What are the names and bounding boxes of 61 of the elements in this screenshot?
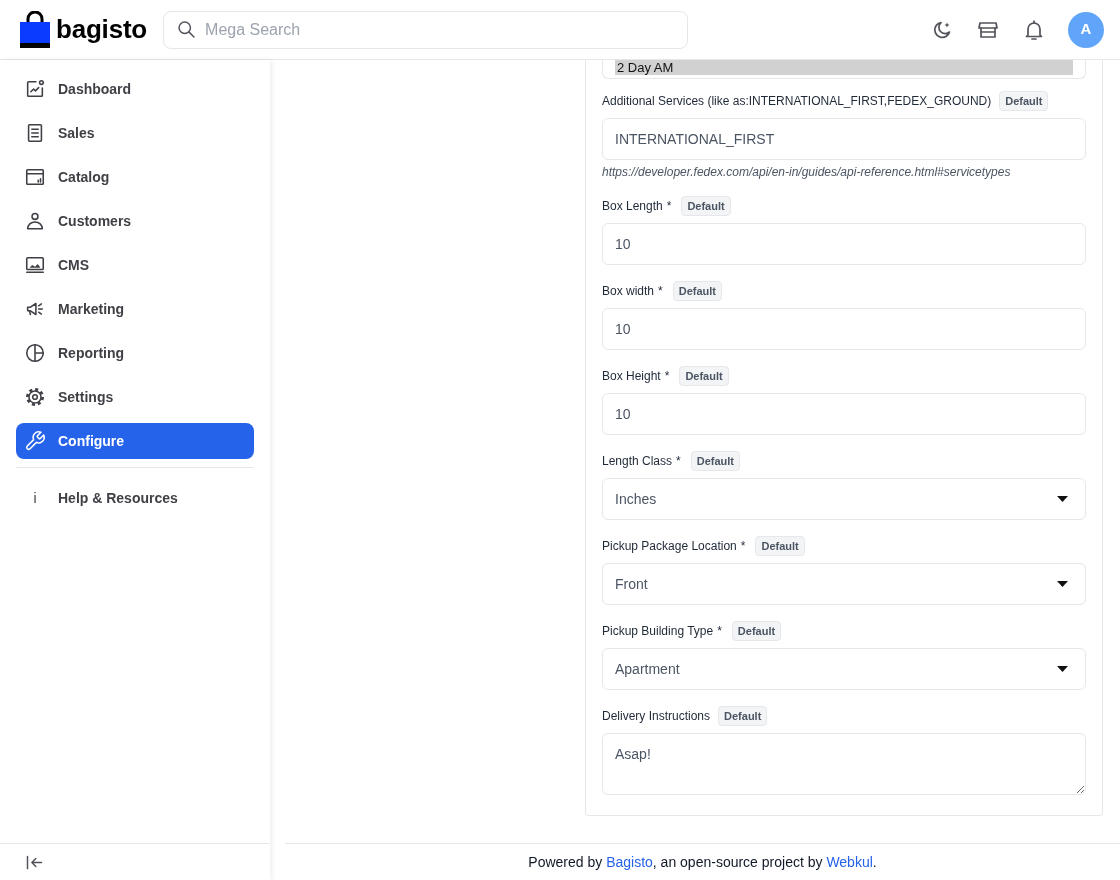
required-mark: * [666, 198, 672, 215]
field-label: Pickup Package Location [602, 538, 737, 555]
search-field[interactable]: Mega Search [163, 10, 689, 49]
input-field[interactable]: INTERNATIONAL_FIRST [602, 118, 1086, 160]
sidebar-item[interactable]: Catalog [16, 159, 254, 195]
sidebar-item[interactable]: i Help & Resources [16, 480, 254, 516]
required-mark: * [740, 538, 746, 555]
multi-select-field[interactable]: 2 Day AM [602, 60, 1086, 79]
default-badge: Default [690, 451, 740, 471]
default-badge: Default [672, 281, 722, 301]
footer-link[interactable]: Bagisto [606, 853, 653, 870]
logo-text[interactable]: bagisto [56, 10, 148, 49]
sidebar-item[interactable]: Dashboard [16, 71, 254, 107]
input-field[interactable]: 10 [602, 393, 1086, 435]
footer-text: Powered by Bagisto, an open-source project by Webkul. [528, 852, 877, 872]
required-mark: * [658, 283, 663, 300]
sidebar-item[interactable]: Configure [16, 423, 254, 459]
monitor-icon [24, 254, 46, 276]
field-label: Length Class [602, 453, 673, 470]
field-label: Pickup Building Type [602, 623, 714, 640]
field-label: Delivery Instructions [602, 708, 711, 725]
field-label: Additional Services (like as:INTERNATIONAL_FIRST,FEDEX_GROUND) [602, 93, 992, 110]
select-field[interactable]: Inches [602, 478, 1086, 520]
footer-link[interactable]: Webkul [826, 853, 873, 870]
caret-icon [1057, 496, 1068, 502]
chart-icon [24, 78, 46, 100]
sidebar-item[interactable]: Settings [16, 379, 254, 415]
select-option[interactable]: 2 Day AM [615, 60, 1073, 75]
required-mark: * [676, 453, 681, 470]
input-field[interactable]: 10 [602, 223, 1086, 265]
default-badge: Default [999, 91, 1049, 111]
window-icon [24, 166, 46, 188]
textarea-field[interactable]: Asap! [602, 733, 1086, 795]
select-field[interactable]: Front [602, 563, 1086, 605]
sidebar-item[interactable]: Reporting [16, 335, 254, 371]
field-label: Box Length [602, 198, 663, 215]
default-badge: Default [679, 366, 729, 386]
default-badge: Default [718, 706, 768, 726]
wrench-icon [24, 430, 46, 452]
person-icon [24, 210, 46, 232]
pie-chart-icon [24, 342, 46, 364]
search-icon [176, 18, 198, 40]
required-mark: * [664, 368, 670, 385]
info-icon: i [24, 487, 46, 509]
field-label: Box width [602, 283, 655, 300]
gear-icon [24, 386, 46, 408]
required-mark: * [717, 623, 722, 640]
default-badge: Default [731, 621, 782, 641]
caret-icon [1057, 666, 1068, 672]
sidebar-item[interactable]: Sales [16, 115, 254, 151]
help-text: https://developer.fedex.com/api/en-in/guides/api-reference.html#servicetypes [602, 164, 1012, 180]
default-badge: Default [681, 196, 731, 216]
sidebar-item[interactable]: CMS [16, 247, 254, 283]
default-badge: Default [755, 536, 805, 556]
select-field[interactable]: Apartment [602, 648, 1086, 690]
sidebar-item[interactable]: Customers [16, 203, 254, 239]
input-field[interactable]: 10 [602, 308, 1086, 350]
field-label: Box Height [602, 368, 661, 385]
caret-icon [1057, 581, 1068, 587]
shopping-bag-logo-icon[interactable] [20, 11, 50, 48]
sidebar-item[interactable]: Marketing [16, 291, 254, 327]
